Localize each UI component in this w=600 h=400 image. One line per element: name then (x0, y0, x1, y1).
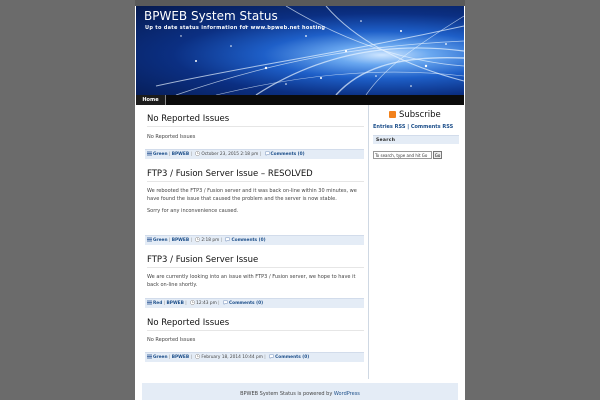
search-go-button[interactable]: Go (433, 151, 442, 159)
clock-icon (190, 300, 196, 305)
category-icon (147, 300, 152, 305)
meta-separator: | (190, 152, 192, 157)
post-tag-link[interactable]: Green (153, 152, 168, 157)
post-tag-link[interactable]: Green (153, 238, 168, 243)
category-icon (147, 151, 152, 156)
clock-icon (195, 237, 201, 242)
meta-separator: | (259, 152, 262, 157)
site-title[interactable]: BPWEB System Status (144, 9, 278, 23)
entries-rss-link[interactable]: Entries RSS (373, 124, 405, 130)
site-header: BPWEB System Status Up to date status in… (136, 6, 464, 95)
post-date: February 18, 2014 10:44 pm (201, 355, 263, 360)
post-author-link[interactable]: BPWEB (172, 355, 189, 360)
nav-home-link[interactable]: Home (136, 95, 166, 105)
post-comments-link[interactable]: Comments (0) (231, 238, 265, 243)
post-author-link[interactable]: BPWEB (167, 301, 184, 306)
clock-icon (195, 354, 201, 359)
post-paragraph: Sorry for any inconvenience caused. (147, 208, 239, 214)
meta-separator: | (264, 355, 266, 360)
feed-separator: | (407, 124, 410, 130)
meta-separator: | (168, 355, 171, 360)
post-body: No Reported Issues (147, 133, 365, 145)
post-body: We are currently looking into an issue w… (147, 273, 365, 293)
column-divider (368, 105, 369, 379)
post-comments-link[interactable]: Comments (0) (275, 355, 309, 360)
comment-icon (225, 237, 231, 242)
post-comments-link[interactable]: Comments (0) (271, 152, 305, 157)
meta-separator: | (190, 238, 192, 243)
comments-rss-link[interactable]: Comments RSS (411, 124, 453, 130)
title-rule (147, 267, 364, 268)
meta-separator: | (168, 152, 171, 157)
site-description: Up to date status information for www.bp… (145, 25, 326, 31)
footer-text: BPWEB System Status is powered by WordPr… (142, 391, 458, 397)
clock-icon (195, 151, 201, 156)
title-rule (147, 330, 364, 331)
category-icon (147, 354, 152, 359)
site-footer: BPWEB System Status is powered by WordPr… (142, 383, 458, 400)
post-meta: Green | BPWEB | October 23, 2015 2:18 pm… (145, 149, 364, 159)
meta-separator: | (163, 301, 166, 306)
post-paragraph: We rebooted the FTP3 / Fusion server and… (147, 188, 357, 202)
post-comments-link[interactable]: Comments (0) (229, 301, 263, 306)
post-paragraph: No Reported Issues (147, 134, 196, 140)
post-date: 12:43 pm (196, 301, 217, 306)
meta-separator: | (168, 238, 171, 243)
comment-icon (269, 354, 274, 359)
category-icon (147, 237, 152, 242)
post-paragraph: We are currently looking into an issue w… (147, 274, 356, 288)
post-tag-link[interactable]: Green (153, 355, 168, 360)
post-meta: Red | BPWEB | 12:43 pm | Comments (0) (145, 298, 364, 308)
subscribe-heading[interactable]: Subscribe (399, 110, 441, 120)
post-body: We rebooted the FTP3 / Fusion server and… (147, 187, 365, 219)
search-input[interactable]: To search, type and hit Go (373, 151, 432, 159)
post-paragraph: No Reported Issues (147, 337, 196, 343)
post-title[interactable]: No Reported Issues (147, 318, 229, 328)
post-title[interactable]: FTP3 / Fusion Server Issue – RESOLVED (147, 169, 313, 179)
post-title[interactable]: FTP3 / Fusion Server Issue (147, 255, 258, 265)
rss-icon[interactable] (389, 111, 396, 126)
nav-bar: Home (136, 95, 464, 105)
search-heading: Search (373, 135, 459, 144)
meta-separator: | (190, 355, 192, 360)
post-tag-link[interactable]: Red (153, 301, 162, 306)
title-rule (147, 181, 364, 182)
post-body: No Reported Issues (147, 336, 365, 348)
post-author-link[interactable]: BPWEB (172, 238, 189, 243)
page-container: BPWEB System Status Up to date status in… (135, 0, 465, 400)
meta-separator: | (220, 238, 223, 243)
meta-separator: | (185, 301, 187, 306)
feed-links: Entries RSS | Comments RSS (373, 124, 453, 130)
meta-separator: | (218, 301, 220, 306)
comment-icon (264, 151, 270, 156)
post-author-link[interactable]: BPWEB (172, 152, 189, 157)
wordpress-link[interactable]: WordPress (334, 391, 360, 397)
post-meta: Green | BPWEB | February 18, 2014 10:44 … (145, 352, 364, 362)
post-date: October 23, 2015 2:18 pm (201, 152, 259, 157)
title-rule (147, 126, 364, 127)
post-title[interactable]: No Reported Issues (147, 114, 229, 124)
post-date: 2:18 pm (201, 238, 220, 243)
comment-icon (223, 300, 228, 305)
post-meta: Green | BPWEB | 2:18 pm | Comments (0) (145, 235, 364, 245)
footer-prefix: BPWEB System Status is powered by (240, 391, 333, 397)
